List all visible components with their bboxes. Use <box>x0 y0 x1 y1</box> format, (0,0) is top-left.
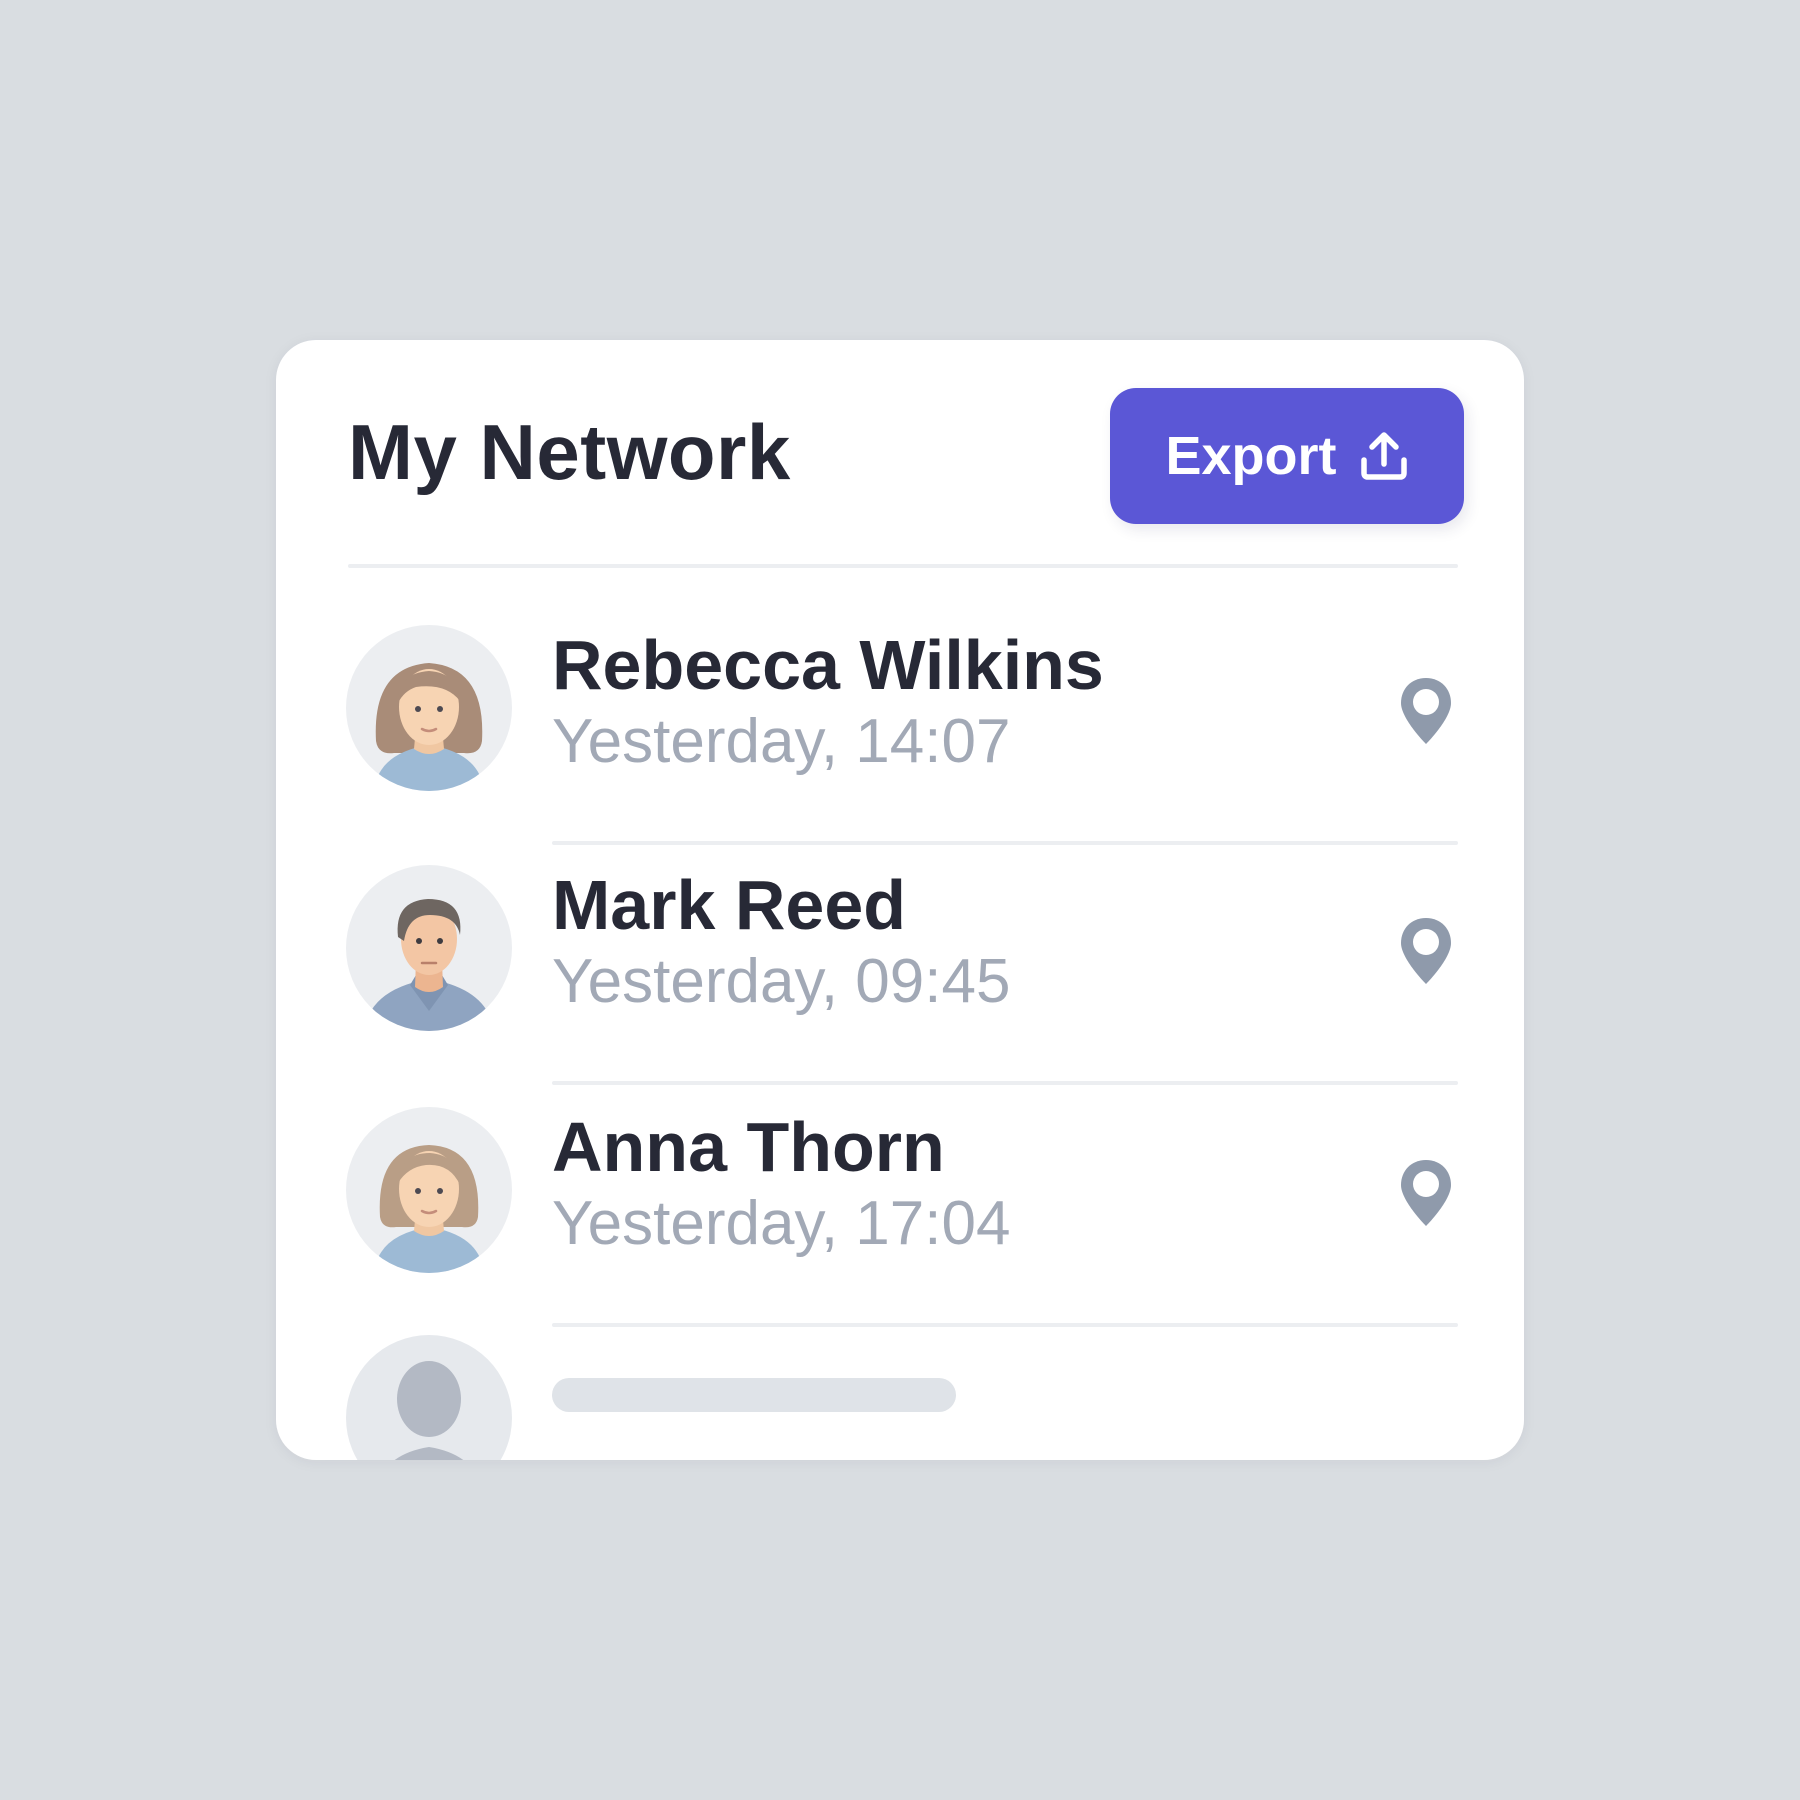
location-pin-icon[interactable] <box>1398 1157 1454 1229</box>
row-divider <box>552 841 1458 845</box>
network-card: My Network Export Rebecca Wilkins Yester… <box>276 340 1524 1460</box>
row-divider <box>552 1081 1458 1085</box>
upload-icon <box>1359 430 1409 482</box>
row-divider <box>552 1323 1458 1327</box>
contact-row[interactable]: Mark Reed Yesterday, 09:45 <box>276 865 1524 1105</box>
contact-name: Rebecca Wilkins <box>552 626 1104 704</box>
placeholder-person-avatar <box>346 1335 512 1460</box>
contact-row[interactable]: Anna Thorn Yesterday, 17:04 <box>276 1107 1524 1347</box>
woman-avatar <box>346 625 512 791</box>
location-pin-icon[interactable] <box>1398 915 1454 987</box>
contact-name: Mark Reed <box>552 866 907 944</box>
man-avatar <box>346 865 512 1031</box>
page-title: My Network <box>348 408 791 496</box>
export-button-label: Export <box>1165 426 1337 486</box>
woman-avatar <box>346 1107 512 1273</box>
contact-row[interactable]: Rebecca Wilkins Yesterday, 14:07 <box>276 625 1524 865</box>
loading-placeholder-bar <box>552 1378 956 1412</box>
contact-timestamp: Yesterday, 14:07 <box>552 707 1011 776</box>
contact-name: Anna Thorn <box>552 1108 945 1186</box>
contact-timestamp: Yesterday, 09:45 <box>552 947 1011 1016</box>
contact-timestamp: Yesterday, 17:04 <box>552 1189 1011 1258</box>
location-pin-icon[interactable] <box>1398 675 1454 747</box>
export-button[interactable]: Export <box>1110 388 1464 524</box>
header-divider <box>348 564 1458 568</box>
